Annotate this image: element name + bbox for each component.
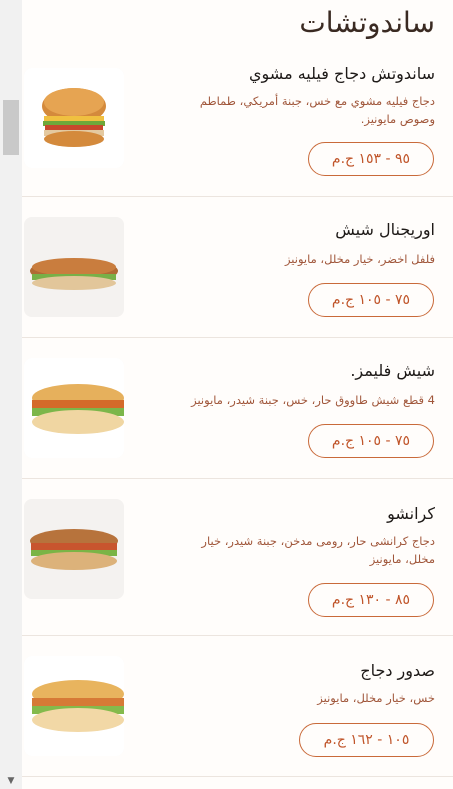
item-description: فلفل اخضر، خيار مخلل، مايونيز — [284, 252, 435, 266]
item-description: دجاج فيليه مشوي مع خس، جبنة أمريكي، طماط… — [199, 94, 435, 126]
menu-item[interactable]: كرانشو دجاج كرانشى حار، رومى مدخن، جبنة … — [22, 478, 453, 636]
item-description: دجاج كرانشى حار، رومى مدخن، جبنة شيدر، خ… — [201, 534, 435, 566]
sub-sandwich-icon — [24, 358, 124, 458]
item-image[interactable] — [24, 656, 124, 756]
item-description: 4 قطع شيش طاووق حار، خس، جبنة شيدر، مايو… — [191, 393, 435, 407]
item-name: ساندوتش دجاج فيليه مشوي — [249, 64, 435, 83]
item-name: شيش فليمز. — [350, 361, 435, 380]
price-button[interactable]: ١٠٥ - ١٦٢ ج.م — [299, 723, 434, 757]
menu-item[interactable]: صدور دجاج خس، خيار مخلل، مايونيز ١٠٥ - ١… — [22, 635, 453, 777]
price-button[interactable]: ٧٥ - ١٠٥ ج.م — [308, 424, 434, 458]
item-image[interactable] — [24, 217, 124, 317]
sub-sandwich-icon — [24, 217, 124, 317]
scroll-down-arrow-icon[interactable]: ▼ — [4, 776, 18, 786]
item-description: خس، خيار مخلل، مايونيز — [317, 691, 435, 705]
item-image[interactable] — [24, 499, 124, 599]
item-name: اوريجنال شيش — [335, 220, 435, 239]
sub-sandwich-icon — [24, 499, 124, 599]
scrollbar[interactable]: ▼ — [0, 0, 23, 789]
sub-sandwich-icon — [24, 656, 124, 756]
price-button[interactable]: ٧٥ - ١٠٥ ج.م — [308, 283, 434, 317]
item-name: كرانشو — [387, 504, 435, 523]
section-title: ساندوتشات — [299, 6, 435, 39]
item-image[interactable] — [24, 68, 124, 168]
price-button[interactable]: ٨٥ - ١٣٠ ج.م — [308, 583, 434, 617]
menu-panel: ساندوتشات ساندوتش دجاج فيليه مشوي دجاج ف… — [22, 0, 453, 789]
item-image[interactable] — [24, 358, 124, 458]
price-button[interactable]: ٩٥ - ١٥٣ ج.م — [308, 142, 434, 176]
menu-item[interactable]: شيش فليمز. 4 قطع شيش طاووق حار، خس، جبنة… — [22, 337, 453, 479]
menu-item[interactable]: اوريجنال شيش فلفل اخضر، خيار مخلل، مايون… — [22, 196, 453, 338]
burger-icon — [24, 68, 124, 168]
item-name: صدور دجاج — [360, 661, 435, 680]
scroll-thumb[interactable] — [3, 100, 19, 155]
menu-item[interactable]: ساندوتش دجاج فيليه مشوي دجاج فيليه مشوي … — [22, 48, 453, 197]
